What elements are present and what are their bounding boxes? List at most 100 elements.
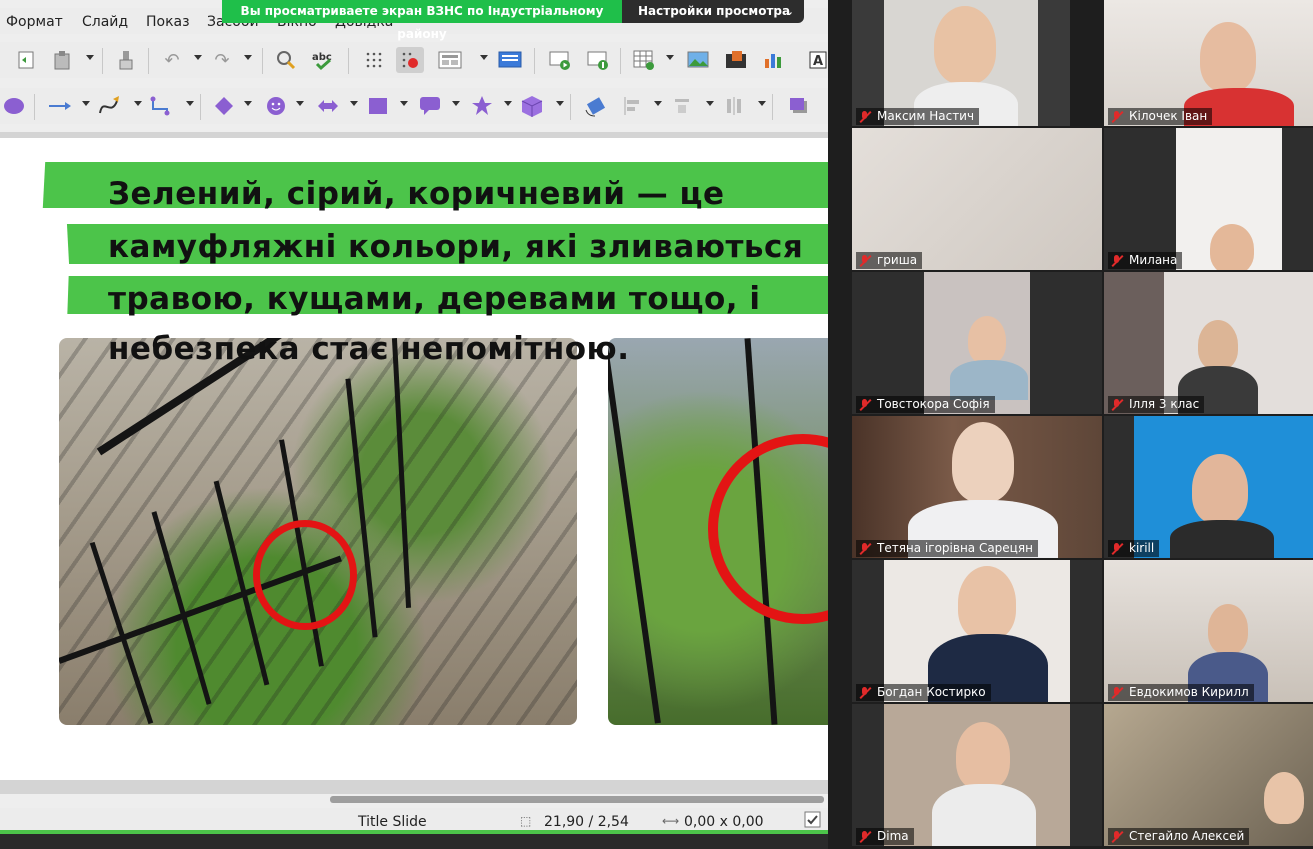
display-grid-icon[interactable] <box>360 47 388 73</box>
insert-table-icon[interactable] <box>630 47 658 73</box>
muted-mic-icon <box>858 110 872 124</box>
video-tile[interactable]: Евдокимов Кирилл <box>1104 560 1313 702</box>
start-from-current-icon[interactable] <box>584 47 612 73</box>
new-slide-icon[interactable] <box>12 47 40 73</box>
participant-body <box>932 784 1036 846</box>
slide-layout-status: Title Slide <box>358 814 427 830</box>
block-arrows-dropdown-icon[interactable] <box>350 101 358 106</box>
participant-label: Евдокимов Кирилл <box>1108 684 1254 701</box>
video-tile[interactable]: Dima <box>852 704 1102 846</box>
video-tile[interactable]: Милана <box>1104 128 1313 270</box>
undo-icon[interactable]: ↶ <box>158 47 186 73</box>
muted-mic-icon <box>1110 254 1124 268</box>
video-tile[interactable]: kirill <box>1104 416 1313 558</box>
basic-shapes-icon[interactable] <box>210 93 238 119</box>
flowchart-dropdown-icon[interactable] <box>400 101 408 106</box>
flowchart-icon[interactable] <box>364 93 392 119</box>
muted-mic-icon <box>1110 398 1124 412</box>
find-replace-icon[interactable] <box>272 47 300 73</box>
clone-formatting-icon[interactable] <box>112 47 140 73</box>
participant-name: гриша <box>877 253 918 267</box>
start-from-first-icon[interactable] <box>546 47 574 73</box>
callout-dropdown-icon[interactable] <box>452 101 460 106</box>
separator <box>534 48 535 74</box>
menu-slide[interactable]: Слайд <box>82 14 128 30</box>
red-highlight-circle <box>253 520 357 630</box>
slide-canvas[interactable]: Зелений, сірий, коричневий — це камуфляж… <box>0 138 828 780</box>
video-tile[interactable]: Товстокора Софія <box>852 272 1102 414</box>
table-dropdown-icon[interactable] <box>666 55 674 60</box>
stars-dropdown-icon[interactable] <box>504 101 512 106</box>
curve-dropdown-icon[interactable] <box>134 101 142 106</box>
participant-label: Милана <box>1108 252 1183 269</box>
video-tile[interactable]: Богдан Костирко <box>852 560 1102 702</box>
stars-icon[interactable] <box>468 93 496 119</box>
undo-dropdown-icon[interactable] <box>194 55 202 60</box>
shadow-icon[interactable] <box>784 93 812 119</box>
3d-objects-icon[interactable] <box>518 93 546 119</box>
line-arrow-icon[interactable] <box>46 93 74 119</box>
horizontal-scrollbar[interactable] <box>330 796 824 803</box>
paste-icon[interactable] <box>48 47 76 73</box>
arrange-icon[interactable] <box>668 93 696 119</box>
menu-format[interactable]: Формат <box>6 14 63 30</box>
participant-label: Максим Настич <box>856 108 980 125</box>
layout-dropdown-icon[interactable] <box>480 55 488 60</box>
basic-shapes-dropdown-icon[interactable] <box>244 101 252 106</box>
arrange-dropdown-icon[interactable] <box>706 101 714 106</box>
connector-dropdown-icon[interactable] <box>186 101 194 106</box>
muted-mic-icon <box>858 830 872 844</box>
3d-objects-dropdown-icon[interactable] <box>556 101 564 106</box>
separator <box>570 94 571 120</box>
view-options-label: Настройки просмотра <box>638 4 791 18</box>
muted-mic-icon <box>858 542 872 556</box>
distribute-icon[interactable] <box>720 93 748 119</box>
helplines-icon[interactable] <box>396 47 424 73</box>
position-status: 21,90 / 2,54 <box>544 814 629 830</box>
muted-mic-icon <box>1110 110 1124 124</box>
separator <box>772 94 773 120</box>
align-dropdown-icon[interactable] <box>654 101 662 106</box>
symbol-shapes-icon[interactable] <box>262 93 290 119</box>
start-show-icon[interactable] <box>496 47 524 73</box>
callout-icon[interactable] <box>416 93 444 119</box>
align-icon[interactable] <box>618 93 646 119</box>
video-tile[interactable]: Кілочек Іван <box>1104 0 1313 126</box>
slide-layout-icon[interactable] <box>436 47 464 73</box>
distribute-dropdown-icon[interactable] <box>758 101 766 106</box>
participant-face <box>952 422 1014 502</box>
participant-label: Стегайло Алексей <box>1108 828 1250 845</box>
rotate-icon[interactable] <box>582 93 610 119</box>
video-tile[interactable]: Максим Настич <box>852 0 1070 126</box>
video-tile[interactable]: Ілля 3 клас <box>1104 272 1313 414</box>
redo-dropdown-icon[interactable] <box>244 55 252 60</box>
block-arrows-icon[interactable] <box>314 93 342 119</box>
participant-name: Богдан Костирко <box>877 685 986 699</box>
participant-name: Максим Настич <box>877 109 975 123</box>
participant-body <box>1170 520 1274 558</box>
video-tile[interactable]: гриша <box>852 128 1102 270</box>
video-tile[interactable]: Стегайло Алексей <box>1104 704 1313 846</box>
red-highlight-circle <box>708 434 828 624</box>
symbol-shapes-dropdown-icon[interactable] <box>296 101 304 106</box>
lines-dropdown-icon[interactable] <box>82 101 90 106</box>
participant-face <box>1192 454 1248 524</box>
insert-image-icon[interactable] <box>684 47 712 73</box>
slide-text-line: травою, кущами, деревами тощо, і <box>108 281 761 317</box>
muted-mic-icon <box>858 398 872 412</box>
connector-icon[interactable] <box>148 93 176 119</box>
spellcheck-icon[interactable]: abc <box>310 47 338 73</box>
insert-media-icon[interactable] <box>722 47 750 73</box>
paste-dropdown-icon[interactable] <box>86 55 94 60</box>
redo-icon[interactable]: ↷ <box>208 47 236 73</box>
ellipse-icon[interactable] <box>0 93 28 119</box>
participant-name: Ілля 3 клас <box>1129 397 1200 411</box>
view-options-button[interactable]: Настройки просмотра ⌄ <box>622 0 804 23</box>
separator <box>620 48 621 74</box>
video-tile[interactable]: Тетяна ігорівна Сарецян <box>852 416 1102 558</box>
insert-chart-icon[interactable] <box>760 47 788 73</box>
slide-edit-area[interactable]: Зелений, сірий, коричневий — це камуфляж… <box>0 132 828 794</box>
menu-show[interactable]: Показ <box>146 14 190 30</box>
curve-icon[interactable] <box>96 93 124 119</box>
insert-textbox-icon[interactable]: A <box>804 47 828 73</box>
